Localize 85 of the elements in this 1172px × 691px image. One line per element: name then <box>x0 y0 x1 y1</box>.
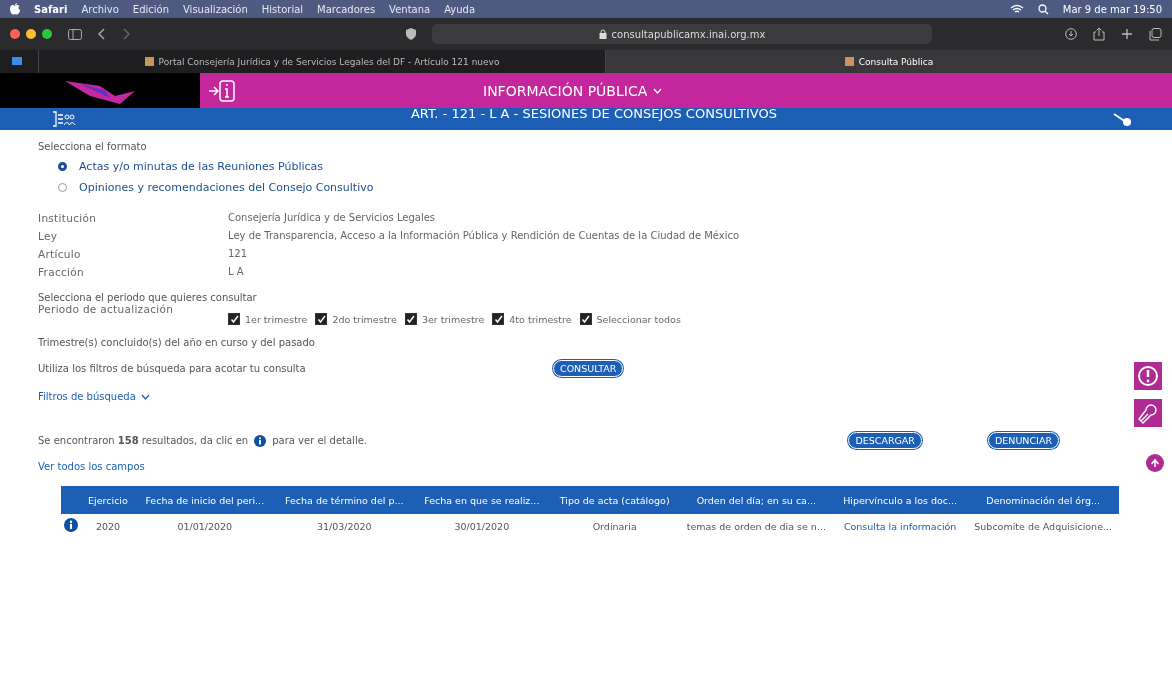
menu-app-name[interactable]: Safari <box>34 3 68 15</box>
scroll-up-icon[interactable] <box>1146 454 1164 472</box>
column-header[interactable]: Orden del día; en su ca... <box>679 486 833 514</box>
chevron-down-icon <box>653 87 663 94</box>
info-arrow-icon[interactable] <box>208 78 236 103</box>
radio-button[interactable] <box>58 162 67 171</box>
new-tab-icon[interactable] <box>1121 28 1133 40</box>
column-header[interactable]: Ejercicio <box>81 486 135 514</box>
info-label: Institución <box>38 212 98 224</box>
period-label: Periodo de actualización <box>38 303 175 317</box>
menu-item[interactable]: Visualización <box>183 3 248 15</box>
sidebar-icon[interactable] <box>68 28 82 40</box>
checkbox-label[interactable]: 2do trimestre <box>332 313 397 325</box>
chevron-down-icon <box>140 393 150 400</box>
column-header[interactable]: Fecha de término del p... <box>274 486 414 514</box>
radio-label[interactable]: Actas y/o minutas de las Reuniones Públicas <box>79 160 323 173</box>
window-controls-icon[interactable] <box>10 29 52 39</box>
menu-item[interactable]: Historial <box>261 3 304 15</box>
table-cell: 2020 <box>81 514 135 538</box>
radio-label[interactable]: Opiniones y recomendaciones del Consejo Consultivo <box>79 181 374 194</box>
alert-icon[interactable] <box>1134 362 1162 390</box>
back-icon[interactable] <box>98 28 106 40</box>
logo-drawing[interactable] <box>0 73 200 108</box>
format-label: Selecciona el formato <box>38 141 148 152</box>
header-menu[interactable]: INFORMACIÓN PÚBLICA <box>483 82 663 99</box>
download-icon[interactable] <box>1065 28 1077 40</box>
column-header[interactable]: Tipo de acta (catálogo) <box>549 486 680 514</box>
list-people-icon[interactable] <box>52 111 76 127</box>
show-all-fields-link[interactable]: Ver todos los campos <box>38 461 1142 472</box>
shield-icon[interactable] <box>406 28 416 40</box>
wifi-icon[interactable] <box>1009 4 1024 14</box>
lock-icon <box>598 29 607 39</box>
checkbox[interactable] <box>404 313 417 325</box>
column-header[interactable]: Fecha en que se realiz... <box>413 486 550 514</box>
checkbox[interactable] <box>579 313 592 325</box>
table-cell: Subcomite de Adquisicione... <box>967 514 1119 538</box>
table-cell: 30/01/2020 <box>413 514 550 538</box>
menu-item[interactable]: Ayuda <box>444 3 476 15</box>
results-text: para ver el detalle. <box>272 435 367 446</box>
filters-toggle[interactable]: Filtros de búsqueda <box>38 391 150 402</box>
menu-item[interactable]: Archivo <box>81 3 119 15</box>
checkbox-label[interactable]: 3er trimestre <box>421 313 485 325</box>
info-label: Fracción <box>38 266 85 278</box>
share-icon[interactable] <box>1093 27 1105 41</box>
column-header[interactable]: Hipervínculo a los doc... <box>832 486 968 514</box>
page-title: ART. - 121 - L A - SESIONES DE CONSEJOS CONSULTIVOS <box>409 108 779 121</box>
column-header[interactable]: Denominación del órg... <box>967 486 1119 514</box>
checkbox[interactable] <box>228 313 240 325</box>
search-icon[interactable] <box>1037 3 1049 15</box>
period-note: Trimestre(s) concluido(s) del año en curso y del pasado <box>38 337 316 348</box>
tabs-overview-icon[interactable] <box>1149 27 1162 41</box>
table-cell[interactable]: Consulta la información <box>832 514 968 538</box>
forward-icon[interactable] <box>122 28 130 40</box>
info-value: Consejería Jurídica y de Servicios Legales <box>228 212 437 224</box>
table-cell: 01/01/2020 <box>134 514 275 538</box>
menu-clock: Mar 9 de mar 19:50 <box>1062 3 1162 15</box>
info-label: Artículo <box>38 248 82 260</box>
info-icon <box>254 434 267 447</box>
address-bar[interactable]: consultapublicamx.inai.org.mx <box>432 24 932 44</box>
checkbox-label[interactable]: 1er trimestre <box>245 313 308 325</box>
column-header[interactable]: Fecha de inicio del peri... <box>134 486 275 514</box>
checkbox[interactable] <box>315 313 328 325</box>
period-prompt: Selecciona el periodo que quieres consultar <box>38 292 258 303</box>
filter-hint: Utiliza los filtros de búsqueda para acotar tu consulta <box>38 363 307 374</box>
consult-button[interactable]: CONSULTAR <box>553 360 624 377</box>
browser-tab[interactable]: Consulta Pública <box>605 50 1172 73</box>
apple-icon[interactable] <box>10 3 20 15</box>
info-icon[interactable] <box>64 518 78 532</box>
wrench-icon[interactable] <box>1134 399 1162 427</box>
checkbox[interactable] <box>492 313 505 325</box>
info-value: Ley de Transparencia, Acceso a la Información Pública y Rendición de Cuentas de la Ciudad de México <box>228 230 741 242</box>
info-label: Ley <box>38 230 59 242</box>
table-cell: Ordinaria <box>549 514 680 538</box>
download-button[interactable]: DESCARGAR <box>848 432 922 449</box>
table-cell: temas de orden de dia se n... <box>679 514 833 538</box>
table-cell: 31/03/2020 <box>274 514 414 538</box>
menu-item[interactable]: Edición <box>132 3 169 15</box>
info-value: L A <box>228 266 245 278</box>
menu-item[interactable]: Marcadores <box>317 3 376 15</box>
checkbox-label[interactable]: Seleccionar todos <box>596 313 681 325</box>
results-text: Se encontraron 158 resultados, da clic en <box>38 435 249 446</box>
info-value: 121 <box>228 248 249 260</box>
report-button[interactable]: DENUNCIAR <box>987 432 1059 449</box>
checkbox-label[interactable]: 4to trimestre <box>509 313 572 325</box>
menu-item[interactable]: Ventana <box>389 3 431 15</box>
